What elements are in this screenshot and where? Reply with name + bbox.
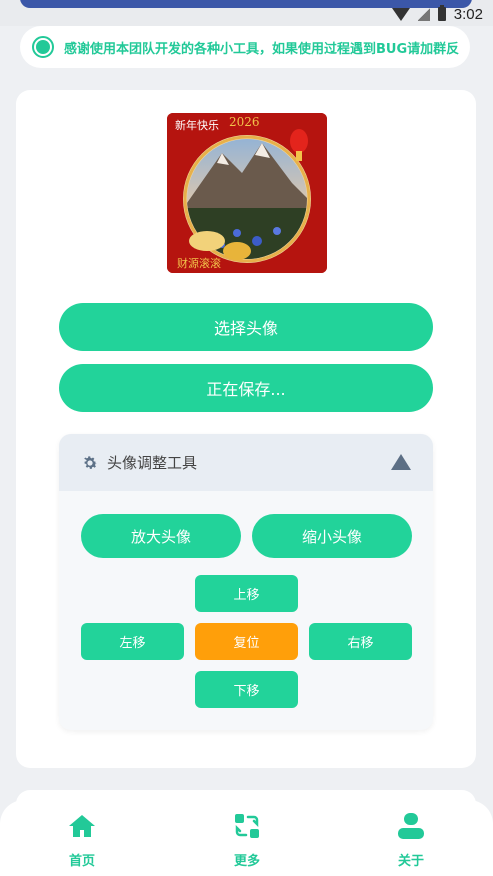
swap-icon	[235, 814, 259, 838]
gear-icon	[84, 455, 98, 469]
move-right-button[interactable]: 右移	[309, 623, 412, 660]
nav-item-about[interactable]: 关于	[371, 812, 451, 869]
nav-item-more[interactable]: 更多	[207, 812, 287, 869]
collapse-triangle-icon[interactable]	[391, 454, 411, 470]
battery-icon	[437, 5, 446, 21]
move-left-button[interactable]: 左移	[81, 623, 184, 660]
status-time: 3:02	[453, 5, 483, 23]
nav-label-about: 关于	[397, 854, 424, 869]
zoom-out-button[interactable]: 缩小头像	[252, 514, 412, 558]
panel-header[interactable]: 头像调整工具	[59, 434, 433, 491]
panel-title: 头像调整工具	[107, 454, 198, 472]
main-card: 新年快乐 2026 财源滚滚 选择头像 正在保存... 头像调整工具 放大头像 …	[16, 90, 476, 768]
avatar-preview: 新年快乐 2026 财源滚滚	[167, 113, 327, 273]
status-icons: 3:02	[391, 4, 483, 24]
notice-banner: 感谢使用本团队开发的各种小工具，如果使用过程遇到BUG请加群反	[20, 26, 470, 68]
bottom-nav: 首页 更多 关于	[0, 800, 493, 876]
svg-text:2026: 2026	[229, 115, 260, 129]
nav-item-home[interactable]: 首页	[42, 812, 122, 869]
move-down-button[interactable]: 下移	[195, 671, 298, 708]
zoom-in-button[interactable]: 放大头像	[81, 514, 241, 558]
move-up-button[interactable]: 上移	[195, 575, 298, 612]
home-icon	[69, 815, 95, 837]
nav-label-home: 首页	[68, 854, 95, 869]
avatar-adjust-panel: 头像调整工具 放大头像 缩小头像 上移 左移 复位 右移 下移	[59, 434, 433, 730]
signal-icon	[417, 7, 430, 21]
nav-label-more: 更多	[233, 854, 260, 869]
select-avatar-button[interactable]: 选择头像	[59, 303, 433, 351]
user-icon	[398, 813, 424, 839]
avatar-image: 新年快乐 2026 财源滚滚	[167, 113, 327, 273]
notice-icon	[32, 36, 54, 58]
save-button[interactable]: 正在保存...	[59, 364, 433, 412]
wifi-icon	[391, 7, 410, 21]
status-bar: 3:02	[0, 0, 493, 26]
notice-text: 感谢使用本团队开发的各种小工具，如果使用过程遇到BUG请加群反	[64, 41, 460, 57]
svg-text:财源滚滚: 财源滚滚	[177, 256, 221, 270]
svg-text:新年快乐: 新年快乐	[175, 118, 219, 132]
reset-button[interactable]: 复位	[195, 623, 298, 660]
